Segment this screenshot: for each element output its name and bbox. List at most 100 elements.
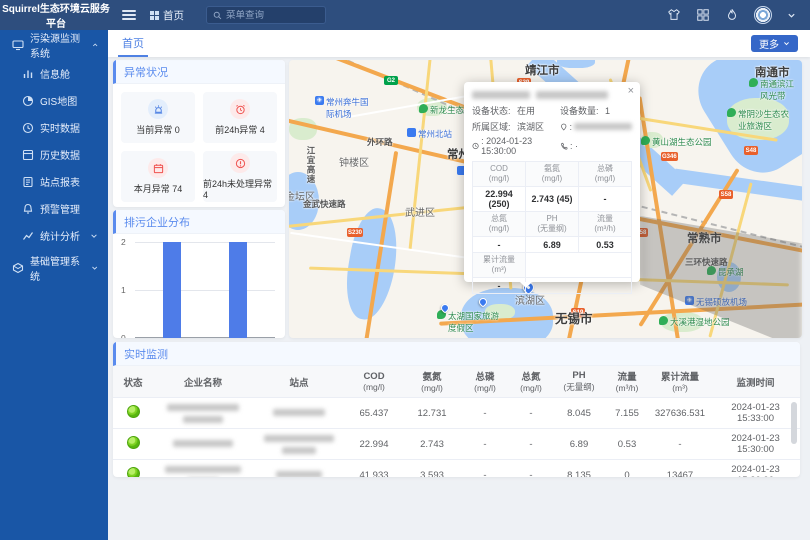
breadcrumb[interactable]: 首页 — [150, 8, 184, 23]
map-water — [674, 169, 802, 202]
sidebar-item-label: 历史数据 — [40, 147, 80, 162]
sidebar-item-gis-map[interactable]: GIS地图 — [0, 87, 108, 114]
table-scrollbar[interactable] — [791, 402, 797, 444]
map-label-road: 江宜高速 — [305, 146, 317, 184]
bell-icon — [22, 203, 34, 215]
table-row[interactable]: 65.437 12.731 - - 8.045 7.155 327636.531… — [113, 398, 800, 429]
abnormal-status-panel: 异常状况 当前异常 0 前24h异常 4 本月异常 74 前24h未处理异常 4 — [113, 60, 285, 207]
report-icon — [22, 176, 34, 188]
sidebar-item-realtime-data[interactable]: 实时数据 — [0, 114, 108, 141]
map-label-city: 无锡市 — [555, 308, 593, 327]
card-unhandled-abnormal[interactable]: 前24h未处理异常 4 — [203, 151, 277, 202]
panel-title: 实时监测 — [113, 342, 800, 366]
chevron-down-icon — [91, 264, 98, 272]
sidebar-item-label: 统计分析 — [40, 228, 80, 243]
monitor-table: 状态 企业名称 站点 COD(mg/l) 氨氮(mg/l) 总磷(mg/l) 总… — [113, 366, 800, 477]
park-icon — [419, 104, 428, 113]
cube-icon — [12, 262, 24, 274]
bar-chart: 2 1 0 无锡市 滨湖区 — [135, 242, 275, 338]
phone-icon — [560, 142, 568, 150]
sidebar-item-statistics[interactable]: 统计分析 — [0, 222, 108, 249]
map-poi-station: 常州北站 — [407, 128, 452, 140]
map-label-district: 钟楼区 — [339, 154, 369, 169]
panel-title: 排污企业分布 — [113, 210, 285, 234]
sidebar-item-info-cabin[interactable]: 信息舱 — [0, 60, 108, 87]
status-dot-online — [127, 405, 140, 418]
sidebar-item-label: GIS地图 — [40, 93, 77, 108]
table-row[interactable]: 41.933 3.593 - - 8.135 0 13467 2024-01-2… — [113, 460, 800, 478]
bar-binhu — [229, 242, 247, 338]
top-header: Squirrel生态环境云服务平台 首页 — [0, 0, 810, 30]
sidebar-item-label: 基础管理系统 — [30, 253, 85, 283]
bar-chart-icon — [22, 68, 34, 80]
flame-icon[interactable] — [725, 8, 739, 22]
region: 所属区域: 滨湖区 — [472, 120, 560, 133]
tab-home[interactable]: 首页 — [118, 30, 148, 57]
site-redacted — [253, 429, 345, 460]
card-label: 当前异常 0 — [136, 123, 180, 136]
y-tick: 2 — [121, 237, 126, 247]
alarm-clock-icon — [235, 104, 246, 115]
location-pin-icon — [560, 123, 567, 131]
realtime-monitor-panel: 实时监测 状态 企业名称 站点 COD(mg/l) 氨氮(mg/l) 总磷(mg… — [113, 342, 800, 477]
table-row[interactable]: 22.994 2.743 - - 6.89 0.53 - 2024-01-23 … — [113, 429, 800, 460]
sidebar-item-alert-management[interactable]: 预警管理 — [0, 195, 108, 222]
theme-shirt-icon[interactable] — [667, 8, 681, 22]
close-icon[interactable]: × — [628, 85, 634, 97]
map-label-road: 金武快速路 — [303, 198, 346, 210]
device-status: 设备状态: 在用 — [472, 104, 560, 117]
road-shield: G2 — [384, 76, 398, 85]
map-poi: 常阴沙生态农业旅游区 — [727, 108, 795, 132]
clock-icon — [22, 122, 34, 134]
clock-icon — [472, 142, 479, 150]
status-dot-online — [127, 436, 140, 449]
siren-icon — [153, 104, 164, 115]
user-avatar[interactable] — [754, 6, 772, 24]
sidebar-item-label: 预警管理 — [40, 201, 80, 216]
panel-title: 异常状况 — [113, 60, 285, 84]
chevron-down-icon — [783, 40, 790, 47]
site-redacted — [253, 398, 345, 429]
map-water — [557, 60, 595, 68]
line-chart-icon — [22, 230, 34, 242]
card-current-abnormal[interactable]: 当前异常 0 — [121, 92, 195, 143]
popup-shadow — [640, 178, 802, 338]
map-poi-airport: ✈常州奔牛国际机场 — [315, 96, 373, 120]
status-dot-online — [127, 467, 140, 477]
company-redacted — [153, 398, 253, 429]
grid-icon — [150, 11, 159, 20]
sidebar-item-history-data[interactable]: 历史数据 — [0, 141, 108, 168]
menu-search-box[interactable] — [206, 6, 326, 24]
search-input[interactable] — [226, 10, 316, 21]
road-shield: S230 — [347, 228, 363, 237]
park-icon — [727, 108, 736, 117]
chevron-up-icon — [92, 41, 98, 49]
sidebar-item-label: 信息舱 — [40, 66, 70, 81]
popup-pointer — [520, 282, 532, 288]
map-poi: 大溪港湿地公园 — [659, 316, 730, 328]
layout-screen-icon[interactable] — [696, 8, 710, 22]
sidebar-item-label: 污染源监测系统 — [30, 30, 86, 60]
y-tick: 0 — [121, 333, 126, 338]
sidebar-item-base-system[interactable]: 基础管理系统 — [0, 253, 108, 283]
hamburger-menu-icon[interactable] — [122, 10, 136, 20]
card-24h-abnormal[interactable]: 前24h异常 4 — [203, 92, 277, 143]
more-button[interactable]: 更多 — [751, 35, 798, 52]
card-month-abnormal[interactable]: 本月异常 74 — [121, 151, 195, 202]
alert-circle-icon — [235, 158, 246, 169]
address: : — [560, 120, 632, 133]
company-redacted — [153, 460, 253, 478]
card-label: 前24h未处理异常 4 — [203, 177, 277, 200]
breadcrumb-home[interactable]: 首页 — [163, 8, 184, 23]
park-icon — [659, 316, 668, 325]
map-canvas[interactable]: G42 G2 S48 S39 S58 S19 S230 G346 S48 S58… — [289, 60, 802, 338]
sidebar-item-pollution-system[interactable]: 污染源监测系统 — [0, 30, 108, 60]
sidebar-item-label: 实时数据 — [40, 120, 80, 135]
device-count: 设备数量: 1 — [560, 104, 632, 117]
sidebar-item-site-report[interactable]: 站点报表 — [0, 168, 108, 195]
map-label-city: 靖江市 — [525, 62, 560, 78]
popup-phone: : · — [560, 136, 632, 156]
pie-chart-icon — [22, 95, 34, 107]
chevron-down-icon[interactable] — [787, 11, 796, 20]
park-icon — [641, 136, 650, 145]
